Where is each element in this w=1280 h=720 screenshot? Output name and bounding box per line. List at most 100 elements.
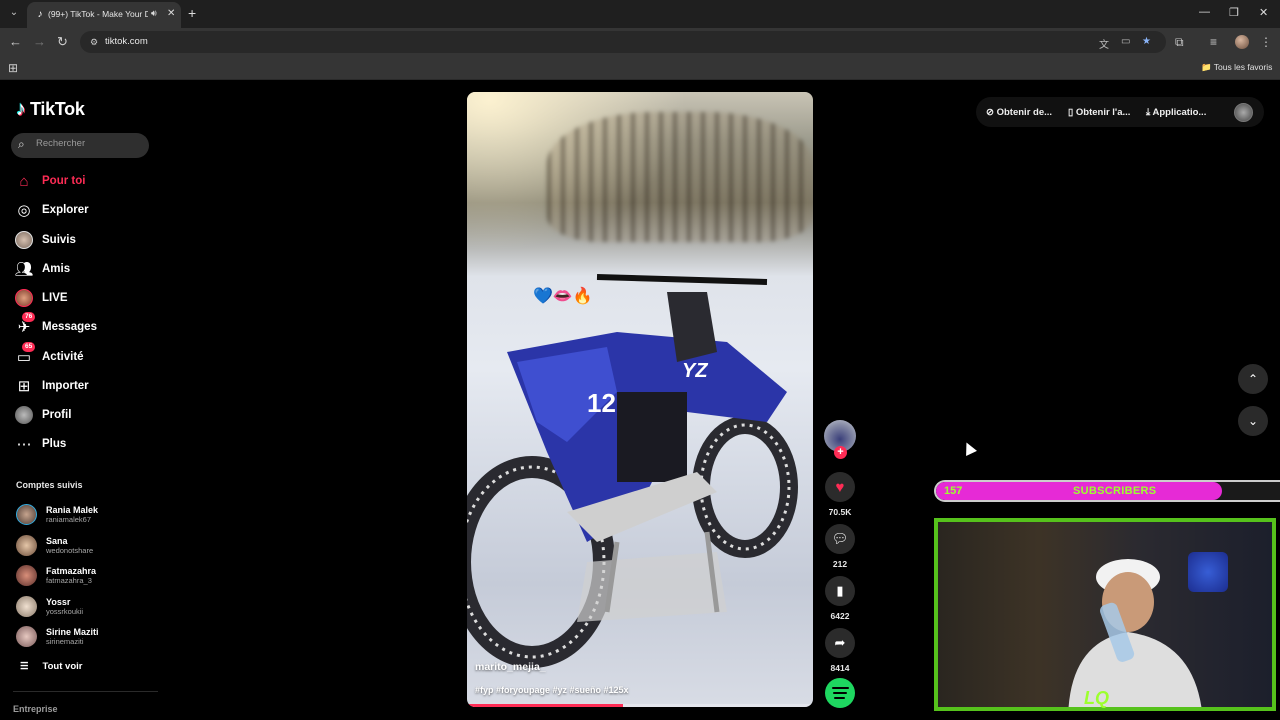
browser-tab[interactable]: ♪ (99+) TikTok - Make Your Day 🔊︎ ✕ — [27, 2, 181, 28]
nav-more[interactable]: ⋯ Plus — [14, 432, 154, 456]
video-overlay-emoji: 💙👄🔥 — [533, 288, 593, 305]
following-account[interactable]: Sana wedonotshare — [16, 531, 156, 559]
chevron-up-icon: ⌃ — [1247, 372, 1259, 386]
bookmark-icon: ▮ — [836, 583, 844, 598]
extensions-icon[interactable]: ⧉ — [1175, 35, 1184, 50]
tiktok-logo-text: TikTok — [30, 98, 85, 119]
account-username: fatmazahra_3 — [46, 575, 92, 585]
video-author[interactable]: marito_mejia_ — [475, 661, 546, 673]
nav-following[interactable]: Suivis — [14, 228, 154, 252]
cast-icon[interactable]: ▭ — [1121, 36, 1130, 47]
search-box[interactable]: ⌕ — [11, 133, 149, 158]
following-account[interactable]: Yossr yossrkoukii — [16, 592, 156, 620]
share-icon: ➦ — [834, 635, 846, 650]
tiktok-logo[interactable]: ♪ TikTok — [16, 98, 85, 120]
webcam-overlay — [934, 518, 1276, 711]
messages-icon: ✈ 76 — [14, 312, 36, 337]
account-name: Yossr — [46, 596, 71, 607]
subscriber-goal-bar: 157 SUBSCRIBERS — [934, 480, 1280, 502]
streamer-image — [1068, 559, 1202, 707]
tiktok-note-icon: ♪ — [16, 97, 26, 120]
account-name: Sana — [46, 535, 68, 546]
like-button[interactable]: ♥ — [825, 472, 855, 502]
nav-profile[interactable]: Profil — [14, 403, 154, 427]
nav-activity[interactable]: ▭ 65 Activité — [14, 342, 154, 369]
browser-tab-bar: ⌄ ♪ (99+) TikTok - Make Your Day 🔊︎ ✕ + … — [0, 0, 1280, 28]
next-video-button[interactable]: ⌄ — [1238, 406, 1268, 436]
get-coins-button[interactable]: ⊘ Obtenir de... — [986, 107, 1052, 118]
bookmark-star-icon[interactable]: ★ — [1142, 36, 1151, 47]
nav-for-you[interactable]: ⌂ Pour toi — [14, 169, 154, 193]
nav-label: LIVE — [42, 292, 68, 304]
share-count: 8414 — [830, 663, 850, 673]
get-coins-label: Obtenir de... — [996, 107, 1053, 118]
nav-explore[interactable]: ◎ Explorer — [14, 198, 154, 222]
friends-icon: 👥︎ — [14, 261, 34, 278]
see-all-button[interactable]: ☰ Tout voir — [20, 661, 82, 672]
nav-friends[interactable]: 👥︎ Amis — [14, 257, 154, 281]
window-close-icon[interactable]: ✕ — [1259, 6, 1268, 19]
comment-button[interactable]: 💬︎ — [825, 524, 855, 554]
nav-messages[interactable]: ✈ 76 Messages — [14, 312, 154, 339]
spotify-music-icon[interactable] — [825, 678, 855, 708]
desktop-app-label: Applicatio... — [1152, 107, 1207, 118]
minimize-icon[interactable]: — — [1199, 6, 1210, 18]
restore-icon[interactable]: ❐ — [1229, 6, 1239, 19]
reload-icon[interactable]: ↻ — [57, 35, 68, 49]
account-username: yossrkoukii — [46, 606, 84, 616]
mouse-cursor — [961, 440, 977, 456]
video-hashtags[interactable]: #fyp #foryoupage #yz #sueño #125x — [475, 685, 629, 695]
translate-icon[interactable]: 文 — [1099, 36, 1109, 51]
desktop-app-button[interactable]: ⤓ Applicatio... — [1146, 107, 1206, 118]
account-avatar — [16, 503, 37, 525]
share-button[interactable]: ➦ — [825, 628, 855, 658]
video-progress-bar[interactable] — [467, 704, 813, 707]
back-icon[interactable]: ← — [9, 35, 22, 49]
account-username: sirinemaziti — [46, 636, 84, 646]
all-bookmarks-label: Tous les favoris — [1213, 62, 1273, 72]
browser-menu-icon[interactable]: ⋮ — [1260, 35, 1272, 49]
like-count: 70.5K — [828, 507, 852, 517]
search-input[interactable] — [36, 138, 141, 149]
user-avatar[interactable] — [1234, 103, 1253, 122]
new-tab-button[interactable]: + — [188, 5, 196, 21]
address-bar[interactable]: ⚙ tiktok.com 文 ▭ ★ — [80, 31, 1166, 53]
following-account[interactable]: Fatmazahra fatmazahra_3 — [16, 561, 156, 589]
follow-plus-button[interactable]: + — [834, 446, 847, 459]
dirt-bike-image: YZ 12 — [467, 274, 798, 668]
home-icon: ⌂ — [19, 172, 29, 190]
activity-icon: ▭ 65 — [14, 342, 36, 367]
messages-badge: 76 — [22, 312, 36, 322]
nav-label: Activité — [42, 351, 84, 363]
following-account[interactable]: Sirine Maziti sirinemaziti — [16, 622, 156, 650]
nav-live[interactable]: LIVE — [14, 286, 154, 310]
heart-icon: ♥ — [835, 478, 845, 496]
footer-business-link[interactable]: Entreprise — [13, 704, 58, 714]
video-player[interactable]: YZ 12 💙👄🔥 marito_mejia_ #fyp #foryoupage… — [467, 92, 813, 707]
sidebar-divider — [13, 691, 158, 692]
forward-icon[interactable]: → — [33, 35, 46, 49]
previous-video-button[interactable]: ⌃ — [1238, 364, 1268, 394]
tab-search-icon[interactable]: ⌄ — [6, 5, 22, 21]
url-text[interactable]: tiktok.com — [105, 36, 148, 47]
get-app-button[interactable]: ▯ Obtenir l'a... — [1068, 107, 1130, 118]
browser-toolbar: ← → ↻ ⚙ tiktok.com 文 ▭ ★ ⧉ ≡ ⋮ — [0, 28, 1280, 56]
following-account[interactable]: Rania Malek raniamalek67 — [16, 500, 156, 528]
media-control-icon[interactable]: ≡ — [1210, 35, 1217, 49]
close-tab-icon[interactable]: ✕ — [167, 8, 175, 19]
following-section-title: Comptes suivis — [16, 480, 83, 490]
nav-upload[interactable]: ⊞ Importer — [14, 374, 154, 398]
nav-label: Profil — [42, 409, 72, 421]
streamer-logo: LQ — [1084, 688, 1109, 708]
all-bookmarks-link[interactable]: 📁 Tous les favoris — [1201, 62, 1272, 73]
svg-text:12: 12 — [587, 388, 616, 418]
search-icon: ⌕ — [18, 137, 25, 151]
save-button[interactable]: ▮ — [825, 576, 855, 606]
apps-grid-icon[interactable]: ⊞ — [8, 61, 18, 75]
site-info-icon[interactable]: ⚙ — [88, 36, 100, 48]
audio-playing-icon[interactable]: 🔊︎ — [151, 8, 157, 19]
bookmarks-bar: ⊞ 📁 Tous les favoris — [0, 56, 1280, 80]
video-progress-fill — [467, 704, 623, 707]
browser-profile-avatar[interactable] — [1235, 35, 1249, 49]
account-name: Fatmazahra — [46, 565, 97, 576]
